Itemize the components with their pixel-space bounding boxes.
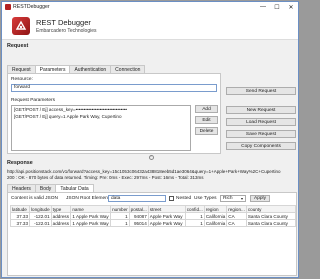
col-header[interactable]: latitude (9, 205, 31, 213)
table-cell: -122.01 (29, 219, 52, 227)
col-header[interactable]: confid... (184, 205, 205, 213)
col-header[interactable]: type (50, 205, 72, 213)
tab-authentication[interactable]: Authentication (69, 65, 112, 73)
new-request-button[interactable]: New Request (226, 106, 296, 114)
list-item[interactable]: [GET/POST / Ej] access_key=•••••••••••••… (12, 106, 190, 113)
table-cell: 1 (184, 219, 205, 227)
table-cell: Santa Clara County (245, 219, 297, 227)
table-cell: address (50, 219, 72, 227)
edit-button[interactable]: Edit (195, 116, 218, 124)
col-header[interactable]: number (110, 205, 130, 213)
delete-button[interactable]: Delete (195, 127, 218, 135)
valid-json-label: Content is valid JSON (11, 196, 58, 201)
table-cell: 1 Apple Park Way (70, 212, 112, 220)
root-element-input[interactable]: data (108, 195, 166, 202)
col-header[interactable]: name (70, 205, 112, 213)
chevron-down-icon: ▾ (240, 196, 243, 201)
data-table: latitude longitude type name number post… (9, 205, 297, 227)
resource-input[interactable]: forward (11, 84, 217, 92)
use-types-select[interactable]: Rich ▾ (220, 195, 246, 202)
window-controls: — ☐ ✕ (256, 2, 298, 12)
table-cell: -122.01 (29, 212, 52, 220)
col-header[interactable]: postal... (128, 205, 149, 213)
table-cell: Santa Clara County (245, 212, 297, 220)
col-header[interactable]: region... (226, 205, 247, 213)
table-cell: 37.33 (9, 212, 31, 220)
tab-body[interactable]: Body (34, 184, 57, 192)
table-cell: 1 (184, 212, 205, 220)
nested-label: Nested (176, 196, 192, 201)
request-tabs: Request Parameters Authentication Connec… (7, 65, 146, 74)
response-section-label: Response (7, 160, 33, 166)
table-cell: CA (226, 219, 247, 227)
parameters-panel: Resource: forward Request Parameters [GE… (7, 73, 221, 154)
table-cell: Apple Park Way (147, 219, 186, 227)
table-row[interactable]: 37.33 -122.01 address 1 Apple Park Way 1… (9, 219, 297, 227)
col-header[interactable]: county (245, 205, 297, 213)
app-icon (5, 4, 11, 10)
resource-label: Resource: (11, 77, 33, 82)
list-item[interactable]: [GET/POST / Ej] query=1 Apple Park Way, … (12, 113, 190, 120)
add-button[interactable]: Add (195, 105, 218, 113)
maximize-icon[interactable]: ☐ (270, 2, 284, 12)
table-cell: 37.33 (9, 219, 31, 227)
table-cell: Apple Park Way (147, 212, 186, 220)
col-header[interactable]: street (147, 205, 186, 213)
use-types-value: Rich (223, 196, 233, 201)
table-cell: 1 (110, 212, 130, 220)
table-cell: 94087 (128, 212, 149, 220)
table-cell: 1 Apple Park Way (70, 219, 112, 227)
table-row[interactable]: 37.33 -122.01 address 1 Apple Park Way 1… (9, 212, 297, 220)
tab-connection[interactable]: Connection (110, 65, 146, 73)
table-cell: California (203, 219, 228, 227)
params-list[interactable]: [GET/POST / Ej] access_key=•••••••••••••… (11, 105, 191, 151)
use-types-label: Use Types (194, 196, 217, 201)
save-request-button[interactable]: Save Request (226, 130, 296, 138)
panel-splitter[interactable]: ⌃ (2, 154, 298, 160)
root-element-label: JSON Root Element (66, 196, 110, 201)
app-window: RESTDebugger — ☐ ✕ REST Debugger Embarca… (1, 1, 299, 278)
params-label: Request Parameters (11, 98, 55, 103)
close-icon[interactable]: ✕ (284, 2, 298, 12)
minimize-icon[interactable]: — (256, 2, 270, 12)
load-request-button[interactable]: Load Request (226, 118, 296, 126)
response-status: 200 : OK - 870 bytes of data returned. T… (7, 175, 204, 180)
col-header[interactable]: region (203, 205, 228, 213)
table-cell: 1 (110, 219, 130, 227)
table-cell: address (50, 212, 72, 220)
app-header: REST Debugger Embarcadero Technologies (2, 12, 298, 40)
send-request-button[interactable]: Send Request (226, 87, 296, 95)
window-title: RESTDebugger (13, 4, 50, 10)
col-header[interactable]: longitude (29, 205, 52, 213)
title-bar: RESTDebugger — ☐ ✕ (2, 2, 298, 12)
response-url: http://api.positionstack.com/v1/forward?… (7, 169, 297, 181)
table-cell: California (203, 212, 228, 220)
app-title: REST Debugger (36, 17, 91, 27)
apply-button[interactable]: Apply (250, 195, 270, 202)
logo-icon (12, 16, 30, 35)
tab-headers[interactable]: Headers (7, 184, 36, 192)
request-section-label: Request (7, 43, 29, 49)
tabular-data-panel: Content is valid JSON JSON Root Element … (7, 192, 297, 276)
table-cell: 95014 (128, 219, 149, 227)
app-subtitle: Embarcadero Technologies (36, 27, 97, 34)
table-cell: CA (226, 212, 247, 220)
nested-checkbox[interactable] (169, 196, 174, 201)
tab-request[interactable]: Request (7, 65, 36, 73)
collapse-icon[interactable]: ⌃ (148, 154, 154, 160)
table-header-row: latitude longitude type name number post… (9, 205, 297, 213)
tabular-toolbar: Content is valid JSON JSON Root Element … (8, 195, 298, 203)
copy-components-button[interactable]: Copy Components (226, 142, 296, 150)
